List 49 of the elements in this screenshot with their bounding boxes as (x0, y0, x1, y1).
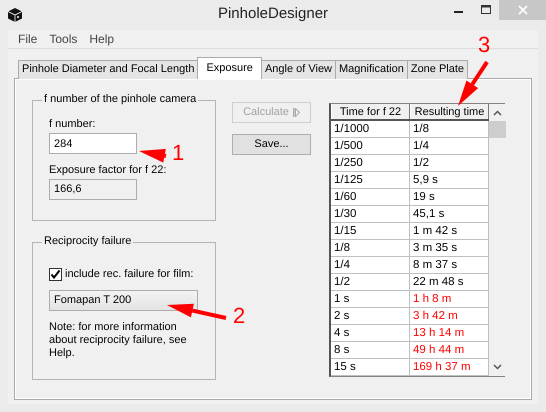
menu-item[interactable]: Help (83, 32, 120, 46)
column-header[interactable]: Time for f 22 (331, 104, 410, 119)
scroll-thumb[interactable] (489, 121, 506, 138)
annotation-number: 3 (478, 34, 490, 56)
menu-item[interactable]: Tools (43, 32, 84, 46)
readonly-field: 166,6 (49, 179, 137, 200)
table-cell: 8 s (331, 342, 410, 358)
scroll-down-icon[interactable] (493, 364, 502, 370)
menu-item[interactable]: File (12, 32, 44, 46)
annotation-number: 2 (233, 305, 246, 327)
close-icon (518, 5, 528, 15)
tab[interactable]: Angle of View (260, 60, 336, 79)
scroll-up-icon[interactable] (493, 110, 502, 116)
field-label: Exposure factor for f 22: (49, 164, 168, 178)
table-cell: 1/2 (331, 274, 410, 290)
tab[interactable]: Exposure (197, 57, 262, 79)
annotation-number: 1 (172, 142, 184, 164)
window-title: PinholeDesigner (218, 5, 328, 23)
arrow (139, 148, 166, 163)
tab[interactable]: Pinhole Diameter and Focal Length (18, 60, 198, 79)
tab[interactable]: Magnification (335, 60, 408, 79)
table-cell: 1/125 (331, 172, 410, 188)
note-text: Note: for more information about reciprocity failure, see Help. (49, 321, 188, 360)
table-cell: 1/1000 (331, 121, 410, 137)
table-cell: 1/4 (331, 257, 410, 273)
table-cell: 1/15 (331, 223, 410, 239)
play-icon (292, 108, 300, 117)
column-header[interactable]: Resulting time (410, 104, 489, 119)
arrow (167, 304, 226, 320)
save-button[interactable]: Save... (232, 134, 311, 155)
table-cell: 1/250 (331, 155, 410, 171)
tab[interactable]: Zone Plate (406, 60, 468, 79)
table-cell: 1/30 (331, 206, 410, 222)
checkbox[interactable] (49, 268, 62, 282)
table-cell: 2 s (331, 308, 410, 324)
film-dropdown[interactable]: Fomapan T 200 (49, 290, 198, 312)
table-cell: 15 s (331, 359, 410, 375)
table-cell: 1/60 (331, 189, 410, 205)
input-field[interactable]: 284 (49, 133, 137, 154)
table-cell: 1/500 (331, 138, 410, 154)
maximize-icon (480, 5, 490, 15)
table-cell: 1/8 (331, 240, 410, 256)
cube-icon (7, 7, 23, 23)
field-label: f number: (49, 118, 96, 132)
table-cell: 4 s (331, 325, 410, 341)
table-cell: 1 s (331, 291, 410, 307)
checkbox-label: include rec. failure for film: (65, 268, 194, 282)
group-title: f number of the pinhole camera (42, 94, 198, 105)
group-title: Reciprocity failure (42, 236, 134, 247)
